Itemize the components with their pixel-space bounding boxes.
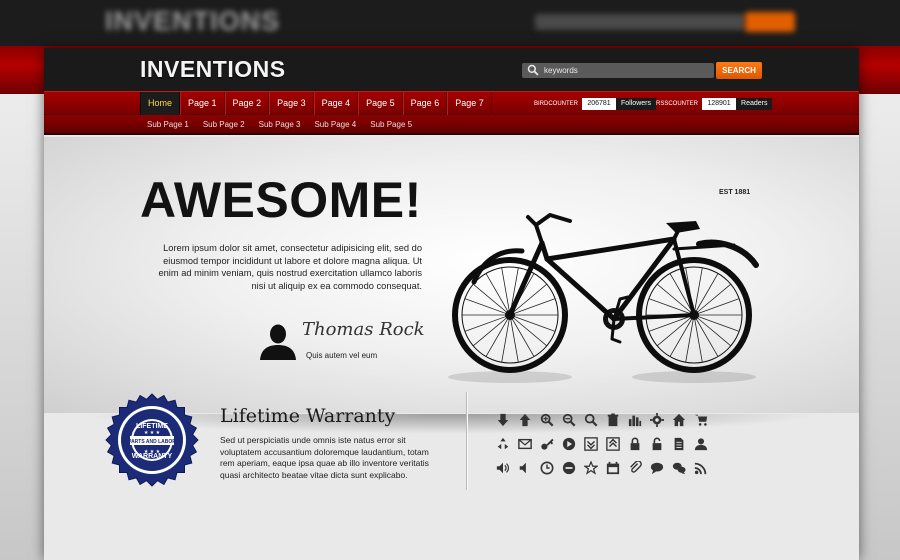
rss-counter-label: RSSCOUNTER — [656, 100, 699, 107]
document-icon — [668, 432, 690, 456]
seal-top-text: LIFETIME — [136, 423, 168, 430]
svg-text:★ ★ ★: ★ ★ ★ — [144, 430, 161, 436]
author-signature: Thomas Rock — [302, 319, 425, 340]
bird-counter-value: 206781 — [582, 97, 617, 110]
background-search-button — [745, 12, 795, 32]
nav-item-page-3[interactable]: Page 3 — [269, 92, 314, 115]
unlock-icon — [646, 432, 668, 456]
mail-icon — [514, 432, 536, 456]
main-nav-items: Home Page 1 Page 2 Page 3 Page 4 Page 5 Page 6… — [140, 92, 492, 115]
svg-text:★ ★ ★: ★ ★ ★ — [144, 449, 161, 455]
sub-nav: Sub Page 1 Sub Page 2 Sub Page 3 Sub Page 4… — [44, 115, 859, 135]
recycle-icon — [492, 432, 514, 456]
arrow-up-icon — [514, 408, 536, 432]
site-header: INVENTIONS SEARCH — [44, 48, 859, 91]
author-avatar-icon — [260, 324, 296, 360]
icon-set — [492, 408, 712, 480]
site-logo[interactable]: INVENTIONS — [140, 56, 286, 83]
subnav-item-sub-page-3[interactable]: Sub Page 3 — [252, 115, 308, 134]
search-icon — [580, 408, 602, 432]
star-icon — [580, 456, 602, 480]
search-icon — [527, 64, 539, 76]
zoom-out-icon — [558, 408, 580, 432]
hero-banner: AWESOME! Lorem ipsum dolor sit amet, con… — [44, 137, 859, 413]
bar-chart-icon — [624, 408, 646, 432]
rss-icon — [690, 456, 712, 480]
key-icon — [536, 432, 558, 456]
user-icon — [690, 432, 712, 456]
author-caption: Quis autem vel eum — [306, 351, 378, 360]
readers-link[interactable]: Readers — [736, 97, 773, 110]
paperclip-icon — [624, 456, 646, 480]
nav-item-home[interactable]: Home — [140, 92, 181, 115]
chat-bubble-icon — [646, 456, 668, 480]
minus-circle-icon — [558, 456, 580, 480]
bird-counter-label: BIRDCOUNTER — [534, 100, 579, 107]
rss-counter: RSSCOUNTER 128901 Readers — [656, 97, 773, 110]
bird-counter: BIRDCOUNTER 206781 Followers — [534, 97, 656, 110]
seal-middle-text: PARTS AND LABOR — [128, 439, 176, 445]
speaker-loud-icon — [492, 456, 514, 480]
trash-icon — [602, 408, 624, 432]
rss-counter-value: 128901 — [702, 97, 737, 110]
search-box[interactable] — [522, 63, 714, 78]
subnav-item-sub-page-5[interactable]: Sub Page 5 — [363, 115, 419, 134]
chat-bubbles-icon — [668, 456, 690, 480]
background-logo: INVENTIONS — [105, 6, 281, 36]
search-button[interactable]: SEARCH — [716, 62, 762, 79]
subnav-item-sub-page-4[interactable]: Sub Page 4 — [307, 115, 363, 134]
sub-nav-items: Sub Page 1 Sub Page 2 Sub Page 3 Sub Page 4… — [140, 115, 419, 134]
followers-link[interactable]: Followers — [616, 97, 656, 110]
hero-title: AWESOME! — [140, 172, 422, 228]
nav-item-page-4[interactable]: Page 4 — [313, 92, 359, 115]
search-input[interactable] — [544, 64, 704, 77]
background-search — [535, 14, 745, 30]
gear-icon — [646, 408, 668, 432]
calendar-icon — [602, 456, 624, 480]
nav-item-page-6[interactable]: Page 6 — [402, 92, 448, 115]
warranty-text: Sed ut perspiciatis unde omnis iste natu… — [220, 435, 429, 480]
lock-icon — [624, 432, 646, 456]
nav-item-page-7[interactable]: Page 7 — [447, 92, 492, 115]
hero-text: Lorem ipsum dolor sit amet, consectetur … — [158, 243, 422, 291]
cart-icon — [690, 408, 712, 432]
nav-item-page-5[interactable]: Page 5 — [358, 92, 403, 115]
main-nav: Home Page 1 Page 2 Page 3 Page 4 Page 5 Page 6… — [44, 91, 859, 115]
section-divider — [466, 392, 467, 490]
download-box-icon — [580, 432, 602, 456]
play-icon — [558, 432, 580, 456]
speaker-icon — [514, 456, 536, 480]
home-icon — [668, 408, 690, 432]
nav-item-page-1[interactable]: Page 1 — [180, 92, 225, 115]
arrow-down-icon — [492, 408, 514, 432]
bicycle-illustration — [448, 213, 759, 383]
upload-box-icon — [602, 432, 624, 456]
zoom-in-icon — [536, 408, 558, 432]
subnav-item-sub-page-2[interactable]: Sub Page 2 — [196, 115, 252, 134]
clock-icon — [536, 456, 558, 480]
warranty-seal-icon: PARTS AND LABOR LIFETIME WARRANTY ★ ★ ★ … — [105, 393, 199, 487]
nav-item-page-2[interactable]: Page 2 — [224, 92, 270, 115]
subnav-item-sub-page-1[interactable]: Sub Page 1 — [140, 115, 196, 134]
warranty-title: Lifetime Warranty — [220, 405, 396, 427]
